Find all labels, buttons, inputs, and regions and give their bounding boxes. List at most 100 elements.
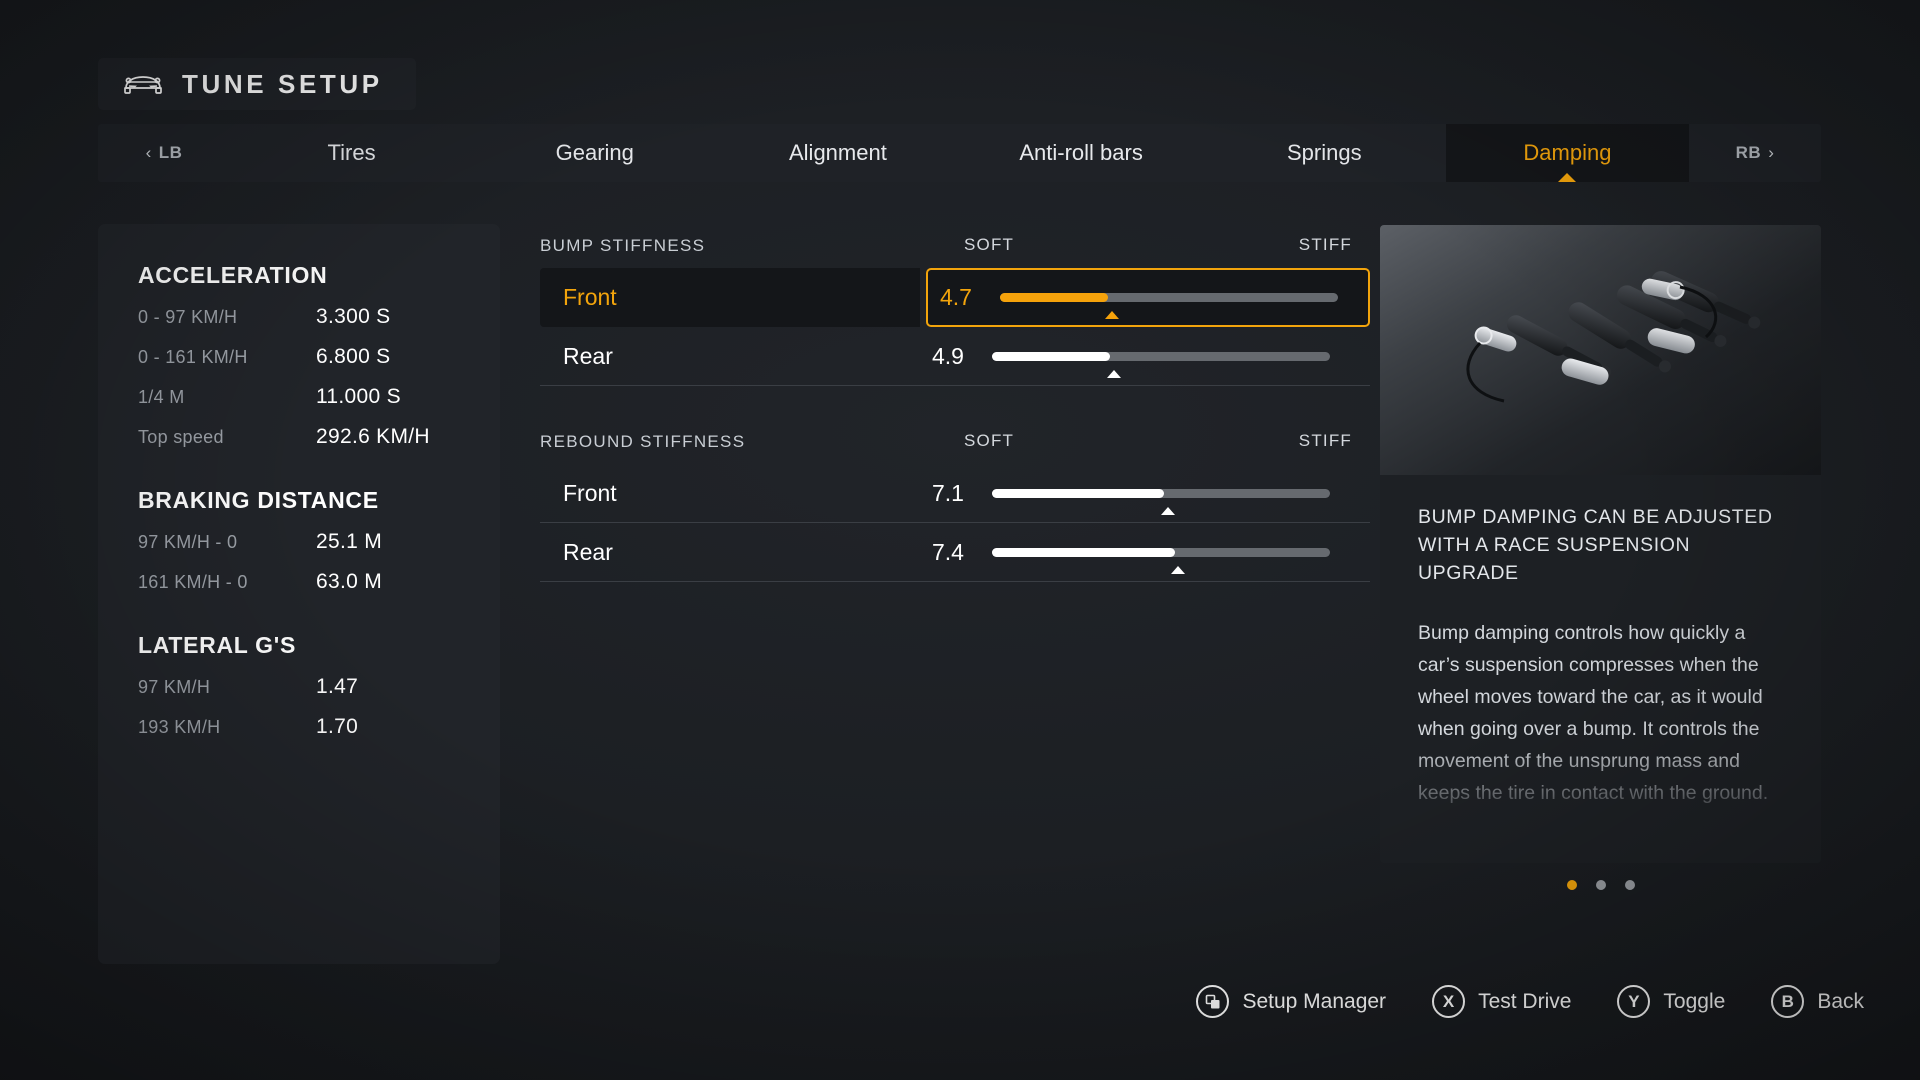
stat-key: 0 - 97 KM/H — [138, 307, 238, 327]
tab-label: Springs — [1286, 140, 1362, 165]
pagination-dot-3[interactable] — [1624, 880, 1635, 890]
info-pagination[interactable] — [1380, 880, 1821, 890]
setting-row-bump-front[interactable]: Front 4.7 — [540, 268, 1370, 327]
slider-track[interactable] — [992, 547, 1330, 574]
scale-max-label: STIFF — [1298, 235, 1352, 254]
slider-fill — [992, 547, 1175, 557]
chevron-left-icon: ‹ — [145, 143, 152, 162]
scale-max-label: STIFF — [1298, 431, 1352, 450]
stat-row: 97 KM/H 1.47 — [138, 675, 460, 715]
setting-row-rebound-front[interactable]: Front 7.1 — [540, 464, 1370, 523]
slider-default-marker-icon — [1160, 506, 1175, 515]
action-setup-manager[interactable]: Setup Manager — [1196, 985, 1386, 1018]
damping-settings: BUMP STIFFNESS SOFT STIFF Front 4.7 Rear… — [540, 224, 1370, 582]
slider-track-wrap[interactable] — [992, 343, 1370, 378]
tab-alignment[interactable]: Alignment — [716, 124, 959, 182]
chevron-right-icon: › — [1768, 143, 1775, 162]
setting-label: Front — [563, 479, 617, 506]
stat-value: 292.6 KM/H — [316, 425, 430, 448]
group-title: REBOUND STIFFNESS — [540, 432, 746, 451]
stat-row: 161 KM/H - 0 63.0 M — [138, 570, 460, 610]
tab-anti-roll-bars[interactable]: Anti-roll bars — [960, 124, 1203, 182]
setting-slider-cell[interactable]: 4.9 — [920, 327, 1370, 386]
slider-track-wrap[interactable] — [992, 539, 1370, 574]
setting-value: 4.7 — [940, 284, 972, 310]
slider-track-wrap[interactable] — [1000, 285, 1368, 319]
performance-stats-panel: ACCELERATION 0 - 97 KM/H 3.300 S 0 - 161… — [98, 224, 500, 964]
slider-default-marker-icon — [1104, 311, 1119, 319]
tab-prev-label: LB — [158, 143, 183, 162]
action-toggle[interactable]: Y Toggle — [1617, 985, 1725, 1018]
button-x-icon: X — [1432, 985, 1466, 1018]
info-panel: BUMP DAMPING CAN BE ADJUSTED WITH A RACE… — [1380, 225, 1821, 863]
action-test-drive[interactable]: X Test Drive — [1432, 985, 1571, 1018]
action-label: Toggle — [1663, 989, 1726, 1013]
stat-key: 193 KM/H — [138, 717, 221, 737]
suspension-photo — [1380, 225, 1821, 475]
info-body: BUMP DAMPING CAN BE ADJUSTED WITH A RACE… — [1380, 475, 1821, 863]
tab-next-rb[interactable]: RB › — [1689, 124, 1821, 182]
scale-legend: SOFT STIFF — [920, 431, 1370, 453]
slider-fill — [992, 488, 1165, 498]
stat-row: 193 KM/H 1.70 — [138, 715, 460, 755]
stat-value: 3.300 S — [316, 305, 391, 328]
setting-slider-cell[interactable]: 4.7 — [926, 268, 1370, 327]
info-paragraph-truncated: Start with a low setting for both bump — [1418, 840, 1739, 862]
slider-fill — [992, 351, 1111, 361]
action-back[interactable]: B Back — [1771, 985, 1864, 1018]
slider-track-wrap[interactable] — [992, 480, 1370, 515]
stat-key: 161 KM/H - 0 — [138, 572, 248, 592]
info-paragraph: Bump damping controls how quickly a car’… — [1418, 622, 1769, 804]
tab-damping[interactable]: Damping — [1445, 124, 1690, 182]
stats-group-title: ACCELERATION — [138, 262, 328, 288]
tab-gearing[interactable]: Gearing — [473, 124, 716, 182]
action-label: Test Drive — [1478, 989, 1572, 1013]
stat-key: Top speed — [138, 427, 224, 447]
stats-group-title: LATERAL G'S — [138, 632, 296, 658]
stats-group-title: BRAKING DISTANCE — [138, 487, 379, 513]
setting-slider-cell[interactable]: 7.4 — [920, 523, 1370, 582]
setting-row-bump-rear[interactable]: Rear 4.9 — [540, 327, 1370, 386]
group-title: BUMP STIFFNESS — [540, 236, 706, 255]
action-bar: Setup Manager X Test Drive Y Toggle B Ba… — [1196, 985, 1864, 1018]
tab-tires[interactable]: Tires — [230, 124, 473, 182]
stat-key: 97 KM/H — [138, 677, 211, 697]
tune-setup-screen: TUNE SETUP ‹ LB Tires Gearing Alignment … — [0, 0, 1920, 1080]
setting-row-rebound-rear[interactable]: Rear 7.4 — [540, 523, 1370, 582]
stat-key: 1/4 M — [138, 387, 185, 407]
window-icon — [1196, 985, 1230, 1018]
slider-fill — [1000, 293, 1109, 302]
tab-label: Damping — [1523, 140, 1612, 165]
slider-track[interactable] — [992, 488, 1330, 515]
scale-legend: SOFT STIFF — [920, 235, 1370, 257]
scale-min-label: SOFT — [964, 235, 1015, 254]
tab-prev-lb[interactable]: ‹ LB — [98, 124, 230, 182]
pagination-dot-2[interactable] — [1595, 880, 1606, 890]
setting-value: 7.1 — [932, 479, 964, 506]
stat-value: 11.000 S — [316, 385, 401, 408]
stat-value: 25.1 M — [316, 530, 382, 553]
slider-track[interactable] — [992, 351, 1330, 378]
bump-stiffness-header: BUMP STIFFNESS SOFT STIFF — [540, 224, 1370, 268]
slider-default-marker-icon — [1170, 565, 1185, 574]
tab-label: Alignment — [789, 140, 887, 165]
stat-key: 97 KM/H - 0 — [138, 532, 238, 552]
stat-value: 63.0 M — [316, 570, 382, 593]
slider-track[interactable] — [1000, 293, 1338, 319]
setting-label-cell: Front — [540, 464, 920, 523]
active-tab-indicator-icon — [1558, 173, 1577, 182]
car-front-icon — [122, 71, 164, 97]
info-description: Bump damping controls how quickly a car’… — [1418, 617, 1783, 863]
scale-min-label: SOFT — [964, 431, 1015, 450]
tab-springs[interactable]: Springs — [1203, 124, 1446, 182]
stat-key: 0 - 161 KM/H — [138, 347, 248, 367]
pagination-dot-1[interactable] — [1566, 880, 1577, 890]
setting-slider-cell[interactable]: 7.1 — [920, 464, 1370, 523]
stat-row: Top speed 292.6 KM/H — [138, 425, 460, 465]
button-y-icon: Y — [1617, 985, 1651, 1018]
setting-label: Rear — [563, 538, 613, 565]
setting-label-cell: Front — [540, 268, 920, 327]
setting-label-cell: Rear — [540, 327, 920, 386]
tab-bar: ‹ LB Tires Gearing Alignment Anti-roll b… — [98, 124, 1821, 182]
